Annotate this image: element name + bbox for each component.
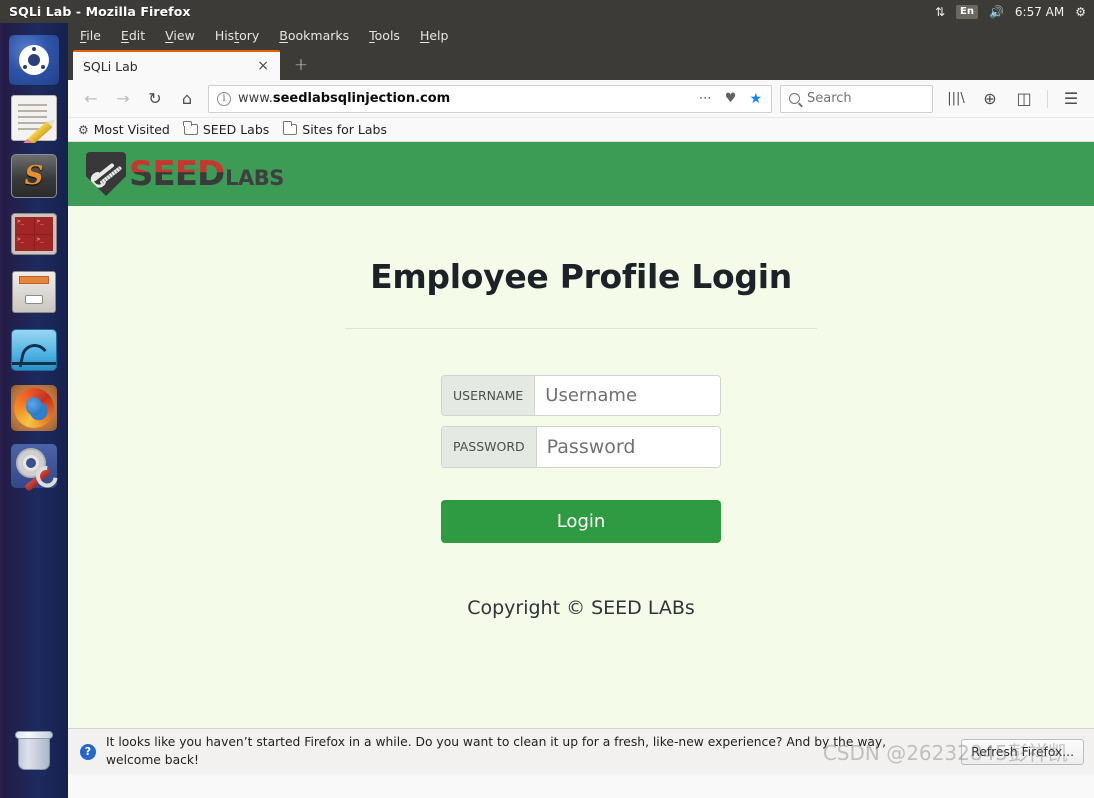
launcher-item-files[interactable] — [9, 267, 59, 317]
search-icon — [789, 93, 800, 104]
launcher-item-ubuntu-dash[interactable] — [9, 35, 59, 85]
url-text: www.seedlabsqlinjection.com — [238, 91, 689, 106]
sublime-text-icon: S — [11, 154, 57, 198]
network-updown-icon[interactable]: ⇅ — [935, 6, 945, 18]
menu-history[interactable]: History — [215, 28, 259, 43]
clock[interactable]: 6:57 AM — [1015, 5, 1064, 19]
back-icon[interactable]: ← — [76, 84, 106, 114]
username-input[interactable] — [535, 375, 720, 415]
login-card: Employee Profile Login USERNAME PASSWORD… — [325, 257, 837, 619]
launcher-item-text-editor[interactable] — [9, 93, 59, 143]
system-top-panel: SQLi Lab - Mozilla Firefox ⇅ En 🔊 6:57 A… — [0, 0, 1094, 23]
menu-file[interactable]: File — [80, 28, 101, 43]
keyboard-layout-indicator[interactable]: En — [956, 4, 978, 19]
sidebar-icon[interactable]: ◫ — [1009, 84, 1039, 114]
ubuntu-logo-icon — [9, 35, 59, 85]
username-addon-label: USERNAME — [442, 375, 536, 415]
system-gear-icon[interactable]: ⚙ — [1075, 6, 1086, 18]
bookmark-seed-labs[interactable]: SEED Labs — [183, 121, 270, 137]
launcher-item-wireshark[interactable] — [9, 325, 59, 375]
system-tray: ⇅ En 🔊 6:57 AM ⚙ — [935, 4, 1094, 19]
launcher-item-terminal[interactable] — [9, 209, 59, 259]
navigation-toolbar: ← → ↻ ⌂ i www.seedlabsqlinjection.com ⋯ … — [68, 80, 1094, 118]
menu-help[interactable]: Help — [420, 28, 449, 43]
terminal-icon — [11, 213, 57, 255]
pocket-icon[interactable]: ♥ — [722, 91, 740, 106]
refresh-firefox-button[interactable]: Refresh Firefox... — [961, 738, 1084, 765]
launcher-item-trash[interactable] — [9, 726, 59, 776]
folder-icon — [183, 121, 198, 135]
help-question-icon: ? — [80, 743, 96, 760]
launcher-item-sublime-text[interactable]: S — [9, 151, 59, 201]
tab-sqli-lab[interactable]: SQLi Lab × — [73, 50, 280, 80]
sublime-text-letter: S — [24, 161, 44, 191]
file-manager-icon — [12, 271, 56, 313]
password-field-group[interactable]: PASSWORD — [441, 425, 721, 468]
shield-tools-icon — [86, 152, 126, 196]
account-icon[interactable]: ⊕ — [975, 84, 1005, 114]
site-info-icon[interactable]: i — [217, 91, 231, 106]
password-input[interactable] — [536, 426, 720, 467]
volume-icon[interactable]: 🔊 — [989, 6, 1004, 18]
wireshark-icon — [11, 329, 57, 371]
firefox-icon — [11, 385, 57, 431]
menu-view[interactable]: View — [165, 28, 195, 43]
home-icon[interactable]: ⌂ — [172, 84, 202, 114]
seed-labs-logo[interactable]: SEED LABS — [86, 152, 284, 196]
logo-seed-text: SEED — [129, 154, 225, 194]
bookmark-most-visited[interactable]: ⚙ Most Visited — [78, 122, 170, 137]
toolbar-right-actions: |||\ ⊕ ◫ ☰ — [935, 84, 1086, 114]
window-title: SQLi Lab - Mozilla Firefox — [9, 4, 191, 19]
site-header: SEED LABS — [68, 142, 1094, 206]
url-host: seedlabsqlinjection.com — [272, 91, 451, 106]
tab-strip: SQLi Lab × + — [68, 47, 1094, 80]
hamburger-menu-icon[interactable]: ☰ — [1056, 84, 1086, 114]
divider — [345, 327, 817, 329]
notification-bar: ? It looks like you haven’t started Fire… — [68, 728, 1094, 774]
forward-icon[interactable]: → — [108, 84, 138, 114]
login-button[interactable]: Login — [441, 499, 721, 543]
reload-icon[interactable]: ↻ — [140, 84, 170, 114]
unity-launcher: S — [0, 23, 68, 798]
search-placeholder: Search — [807, 91, 852, 106]
menu-bookmarks[interactable]: Bookmarks — [279, 28, 349, 43]
browser-menubar: File Edit View History Bookmarks Tools H… — [68, 23, 1094, 47]
page-content: Employee Profile Login USERNAME PASSWORD… — [68, 206, 1094, 619]
page-actions-icon[interactable]: ⋯ — [696, 91, 715, 106]
menu-edit[interactable]: Edit — [121, 28, 145, 43]
desktop: SQLi Lab - Mozilla Firefox ⇅ En 🔊 6:57 A… — [0, 0, 1094, 798]
toolbar-divider — [1047, 89, 1048, 108]
gear-icon: ⚙ — [78, 122, 89, 137]
launcher-item-firefox[interactable] — [9, 383, 59, 433]
password-addon-label: PASSWORD — [442, 426, 537, 467]
trash-icon — [14, 730, 54, 772]
page-title: Employee Profile Login — [370, 257, 792, 296]
new-tab-button[interactable]: + — [286, 50, 316, 80]
username-field-group[interactable]: USERNAME — [441, 374, 721, 416]
copyright-text: Copyright © SEED LABs — [467, 596, 695, 619]
notification-text: It looks like you haven’t started Firefo… — [106, 734, 887, 767]
library-icon[interactable]: |||\ — [941, 84, 971, 114]
address-bar[interactable]: i www.seedlabsqlinjection.com ⋯ ♥ ★ — [208, 84, 772, 113]
bookmark-label: Sites for Labs — [302, 122, 387, 137]
close-icon[interactable]: × — [254, 59, 272, 73]
launcher-item-system-settings[interactable] — [9, 441, 59, 491]
bookmark-label: Most Visited — [93, 122, 170, 137]
system-settings-icon — [11, 444, 57, 491]
logo-labs-text: LABS — [225, 166, 284, 190]
firefox-window: File Edit View History Bookmarks Tools H… — [68, 23, 1094, 798]
search-bar[interactable]: Search — [780, 84, 933, 113]
folder-icon — [282, 121, 298, 135]
menu-tools[interactable]: Tools — [369, 28, 400, 43]
text-editor-icon — [11, 95, 57, 143]
bookmark-star-icon[interactable]: ★ — [746, 91, 765, 107]
bookmark-sites-for-labs[interactable]: Sites for Labs — [282, 121, 387, 137]
page-viewport: SEED LABS Employee Profile Login USERNAM… — [68, 142, 1094, 774]
bookmark-label: SEED Labs — [202, 122, 270, 137]
tab-label: SQLi Lab — [83, 58, 138, 74]
url-prefix: www. — [238, 91, 273, 106]
bookmarks-toolbar: ⚙ Most Visited SEED Labs Sites for Labs — [68, 118, 1094, 142]
